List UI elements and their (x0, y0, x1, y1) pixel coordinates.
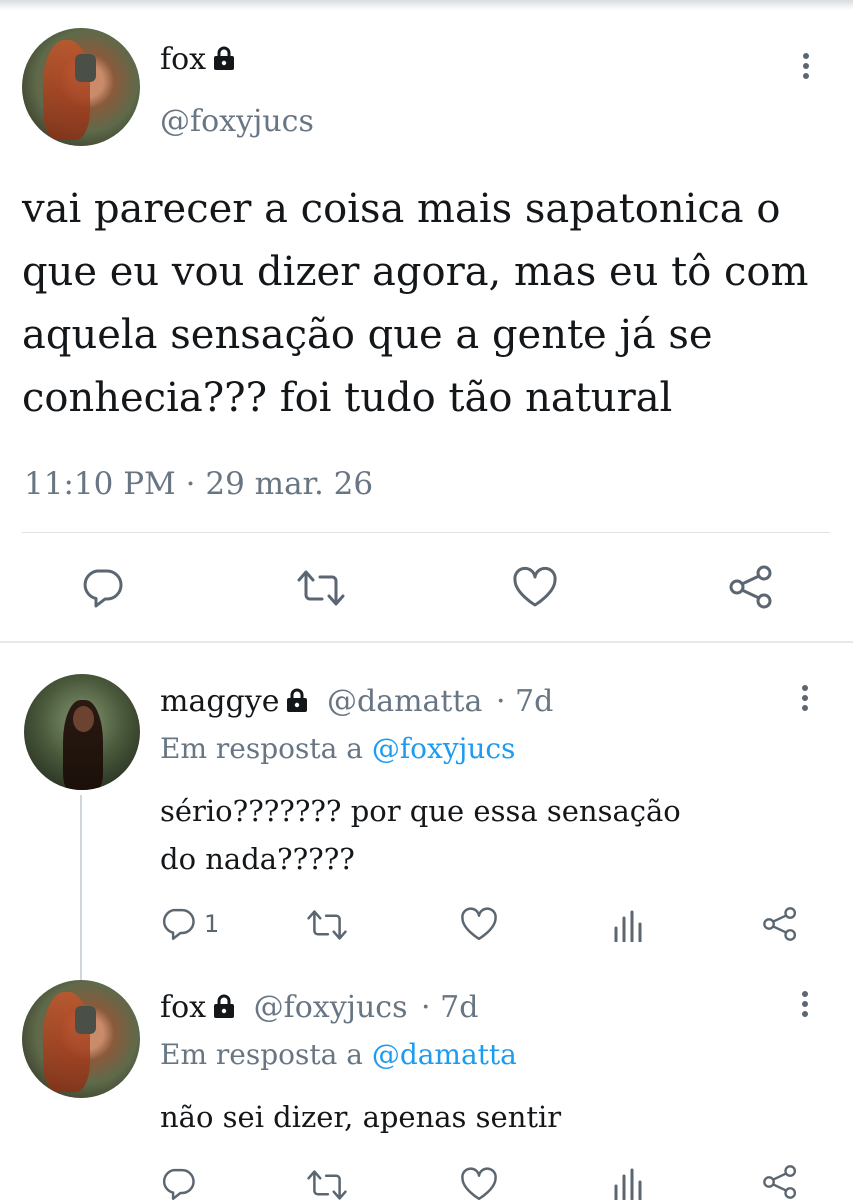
reply-header[interactable]: fox @foxyjucs · 7d (160, 990, 478, 1027)
display-name-text: fox (160, 42, 207, 77)
retweet-button[interactable] (296, 568, 346, 608)
reply-handle: @foxyjucs (253, 990, 408, 1025)
thread-connector (80, 795, 82, 980)
share-icon (729, 565, 772, 609)
tweet-date: 29 mar. 26 (205, 466, 374, 502)
display-name-text: fox (160, 990, 207, 1025)
retweet-icon (307, 1170, 347, 1200)
analytics-button[interactable] (612, 1166, 644, 1200)
reply-icon (162, 908, 195, 940)
more-vertical-icon[interactable] (799, 685, 811, 715)
display-name-text: maggye (160, 684, 280, 719)
reply-text: sério??????? por que essa sensação do na… (160, 794, 681, 876)
divider (22, 532, 830, 533)
reply-age: · 7d (421, 990, 479, 1025)
heart-icon (513, 566, 557, 607)
reply-icon (162, 1168, 195, 1200)
reply-prefix: Em resposta a (160, 732, 363, 765)
meta-separator: · (185, 466, 196, 502)
share-button[interactable] (762, 906, 798, 942)
reply-button[interactable]: 1 (160, 906, 219, 942)
lock-icon (212, 44, 236, 79)
tweet-time: 11:10 PM (24, 466, 176, 502)
reply-button[interactable] (80, 566, 124, 610)
reply-context: Em resposta a @foxyjucs (160, 732, 515, 765)
more-vertical-icon[interactable] (800, 53, 812, 83)
analytics-icon (614, 910, 642, 942)
tweet-text: vai parecer a coisa mais sapatonica o qu… (22, 186, 809, 421)
reply-age: · 7d (495, 684, 554, 719)
reply-icon (83, 569, 123, 608)
reply-text: não sei dizer, apenas sentir (160, 1100, 562, 1134)
reply-prefix: Em resposta a (160, 1038, 363, 1071)
lock-icon (285, 686, 309, 721)
heart-icon (461, 1167, 497, 1201)
retweet-button[interactable] (306, 1168, 348, 1202)
like-button[interactable] (460, 906, 498, 942)
reply-context: Em resposta a @damatta (160, 1038, 517, 1071)
main-handle[interactable]: @foxyjucs (160, 104, 314, 139)
reply-header[interactable]: maggye @damatta · 7d (160, 684, 553, 721)
more-vertical-icon[interactable] (799, 991, 811, 1021)
share-button[interactable] (728, 564, 774, 610)
retweet-button[interactable] (306, 908, 348, 942)
analytics-icon (614, 1168, 642, 1200)
mention-link[interactable]: @foxyjucs (372, 732, 516, 765)
avatar[interactable] (22, 980, 140, 1098)
tweet-timestamp[interactable]: 11:10 PM · 29 mar. 26 (24, 466, 373, 502)
mention-link[interactable]: @damatta (372, 1038, 517, 1071)
share-icon (763, 1165, 797, 1199)
avatar[interactable] (24, 674, 140, 790)
like-button[interactable] (512, 566, 558, 608)
analytics-button[interactable] (612, 908, 644, 942)
divider (0, 641, 853, 643)
reply-button[interactable] (160, 1166, 196, 1202)
heart-icon (461, 907, 497, 941)
reply-count: 1 (204, 910, 220, 938)
main-display-name[interactable]: fox (160, 42, 236, 79)
lock-icon (212, 992, 236, 1027)
share-button[interactable] (762, 1164, 798, 1200)
reply-handle: @damatta (327, 684, 483, 719)
share-icon (763, 907, 797, 941)
like-button[interactable] (460, 1166, 498, 1202)
retweet-icon (307, 910, 347, 940)
avatar[interactable] (22, 28, 140, 146)
top-divider (0, 0, 853, 10)
retweet-icon (297, 570, 345, 606)
